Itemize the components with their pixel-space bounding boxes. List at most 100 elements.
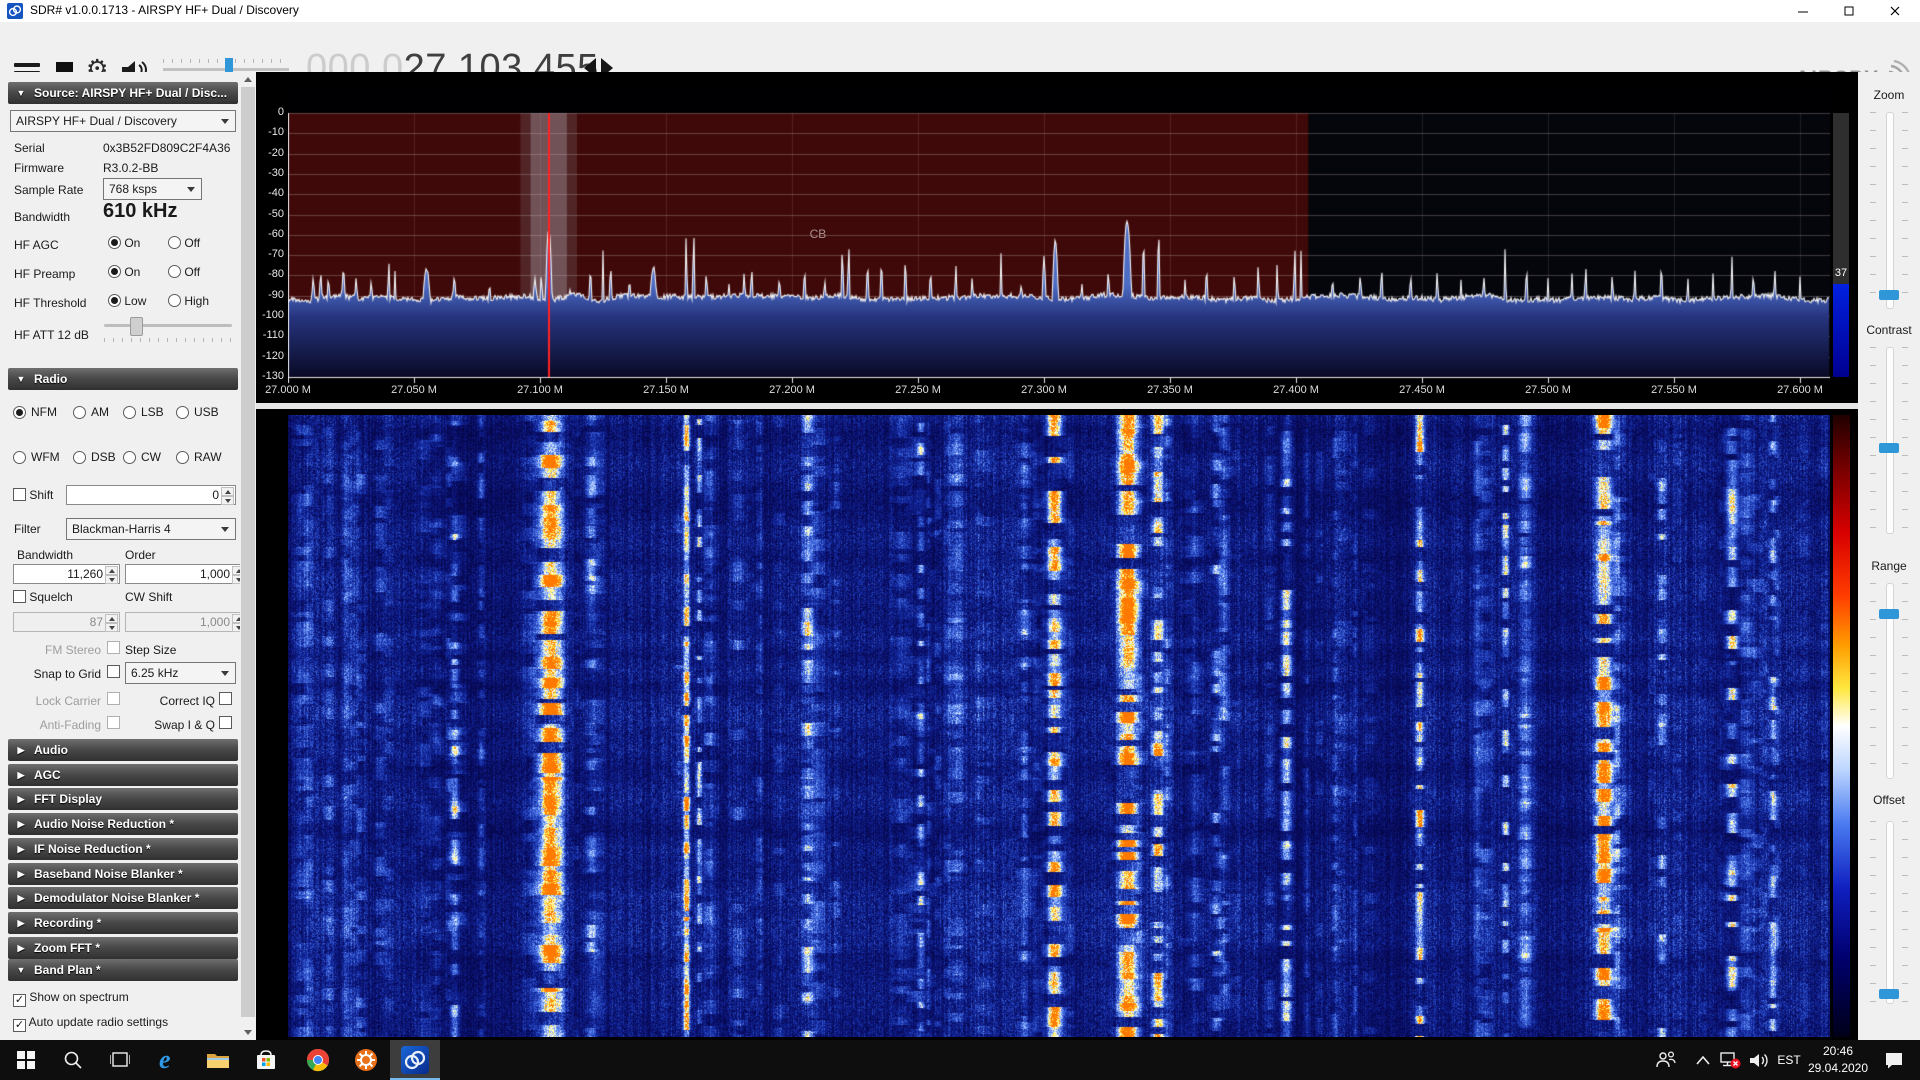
close-button[interactable] [1872, 0, 1918, 22]
frequency-tick-label: 27.600 M [1760, 384, 1840, 396]
sidebar: ▼ Source: AIRSPY HF+ Dual / Disc... AIRS… [0, 72, 240, 1040]
start-button[interactable] [4, 1040, 48, 1080]
sdrsharp-taskbar-button[interactable] [390, 1040, 440, 1080]
panel-header-agc[interactable]: ▶AGC [8, 764, 238, 786]
panel-header-recording[interactable]: ▶Recording * [8, 912, 238, 934]
scroll-up-icon[interactable] [240, 72, 256, 87]
bandwidth-stepper[interactable] [105, 566, 118, 584]
filter-select[interactable]: Blackman-Harris 4 [66, 518, 236, 540]
maximize-button[interactable] [1826, 0, 1872, 22]
chevron-down-icon [221, 119, 229, 124]
mode-radio-wfm[interactable]: WFM [13, 450, 73, 464]
firmware-value: R3.0.2-BB [103, 161, 158, 175]
lock-carrier-label: Lock Carrier [20, 694, 101, 708]
db-tick-label: -120 [256, 350, 284, 362]
order-input[interactable]: 1,000 [125, 564, 247, 584]
panel-header-audio-noise-reduction[interactable]: ▶Audio Noise Reduction * [8, 813, 238, 835]
signal-meter-value: 37 [1833, 267, 1849, 279]
chrome-icon[interactable] [296, 1040, 340, 1080]
settings-app-icon[interactable] [344, 1040, 388, 1080]
hf-threshold-label: HF Threshold [14, 296, 86, 310]
collapse-arrow-icon: ▼ [8, 374, 34, 384]
slider-ticks [1902, 583, 1908, 777]
panel-header-audio[interactable]: ▶Audio [8, 739, 238, 761]
panel-header-baseband-noise-blanker[interactable]: ▶Baseband Noise Blanker * [8, 863, 238, 885]
network-disconnected-icon[interactable] [1714, 1040, 1746, 1080]
show-on-spectrum-checkbox[interactable]: ✓ Show on spectrum [13, 990, 129, 1007]
mode-radio-dsb[interactable]: DSB [73, 450, 123, 464]
sidebar-scrollbar[interactable] [240, 72, 256, 1040]
hf-preamp-off-radio[interactable]: Off [168, 265, 200, 279]
scrollbar-thumb[interactable] [241, 87, 255, 1017]
hf-preamp-on-radio[interactable]: On [108, 265, 140, 279]
task-view-icon[interactable] [98, 1040, 142, 1080]
lock-carrier-checkbox[interactable] [107, 692, 120, 706]
slider-ticks [1902, 821, 1908, 1002]
correct-iq-checkbox[interactable] [219, 692, 232, 706]
panel-header-band-plan[interactable]: ▼ Band Plan * [8, 959, 238, 981]
range-slider-thumb[interactable] [1879, 609, 1899, 619]
contrast-slider[interactable] [1886, 347, 1894, 534]
order-label: Order [125, 548, 156, 562]
mode-radio-lsb[interactable]: LSB [123, 405, 176, 419]
panel-header-source[interactable]: ▼ Source: AIRSPY HF+ Dual / Disc... [8, 82, 238, 104]
filter-bandwidth-input[interactable]: 11,260 [13, 564, 120, 584]
step-size-select[interactable]: 6.25 kHz [125, 662, 236, 684]
mode-radio-nfm[interactable]: NFM [13, 405, 73, 419]
waterfall-canvas[interactable] [288, 415, 1830, 1037]
spectrum-canvas[interactable] [288, 85, 1830, 385]
offset-slider[interactable] [1886, 821, 1894, 1004]
panel-header-demodulator-noise-blanker[interactable]: ▶Demodulator Noise Blanker * [8, 887, 238, 909]
hf-att-slider-thumb[interactable] [130, 317, 143, 336]
panel-header-radio[interactable]: ▼ Radio [8, 368, 238, 390]
device-select-value: AIRSPY HF+ Dual / Discovery [16, 114, 177, 128]
mode-radio-am[interactable]: AM [73, 405, 123, 419]
clock[interactable]: 20:46 29.04.2020 [1806, 1043, 1870, 1077]
minimize-button[interactable] [1780, 0, 1826, 22]
shift-stepper[interactable] [221, 487, 234, 505]
zoom-slider[interactable] [1886, 112, 1894, 309]
mode-radio-row: NFMAMLSBUSB [13, 405, 239, 419]
shift-input[interactable]: 0 [66, 485, 236, 505]
file-explorer-icon[interactable] [196, 1040, 240, 1080]
search-icon[interactable] [51, 1040, 95, 1080]
action-center-icon[interactable] [1874, 1040, 1914, 1080]
panel-header-if-noise-reduction[interactable]: ▶IF Noise Reduction * [8, 838, 238, 860]
people-icon[interactable] [1648, 1040, 1684, 1080]
panel-header-zoom-fft[interactable]: ▶Zoom FFT * [8, 937, 238, 959]
auto-update-radio-settings-checkbox[interactable]: ✓ Auto update radio settings [13, 1015, 168, 1032]
language-indicator[interactable]: EST [1772, 1040, 1806, 1080]
right-control-strip: ZoomContrastRangeOffset [1858, 72, 1920, 1040]
waterfall-colorbar [1833, 415, 1850, 1037]
sdrsharp-window: { "titlebar": {"title": "SDR# v1.0.0.171… [0, 0, 1920, 1080]
fm-stereo-checkbox[interactable] [107, 641, 120, 655]
squelch-input[interactable]: 87 [13, 612, 120, 632]
contrast-slider-label: Contrast [1858, 323, 1920, 337]
microsoft-store-icon[interactable] [244, 1040, 288, 1080]
panel-header-fft-display[interactable]: ▶FFT Display [8, 788, 238, 810]
contrast-slider-thumb[interactable] [1879, 443, 1899, 453]
shift-checkbox[interactable]: Shift [13, 488, 53, 502]
offset-slider-thumb[interactable] [1879, 989, 1899, 999]
hf-threshold-low-radio[interactable]: Low [108, 294, 146, 308]
mode-radio-usb[interactable]: USB [176, 405, 231, 419]
snap-to-grid-checkbox[interactable] [107, 665, 120, 679]
squelch-stepper[interactable] [105, 614, 118, 632]
mode-radio-cw[interactable]: CW [123, 450, 176, 464]
squelch-checkbox[interactable]: Squelch [13, 590, 73, 604]
mode-radio-raw[interactable]: RAW [176, 450, 231, 464]
swap-iq-checkbox[interactable] [219, 716, 232, 730]
hf-agc-off-radio[interactable]: Off [168, 236, 200, 250]
cw-shift-input[interactable]: 1,000 [125, 612, 247, 632]
spectrum-panel: 0-10-20-30-40-50-60-70-80-90-100-110-120… [256, 72, 1858, 403]
sample-rate-select[interactable]: 768 ksps [103, 178, 202, 200]
edge-icon[interactable]: e [149, 1040, 193, 1080]
scroll-down-icon[interactable] [240, 1025, 256, 1040]
zoom-slider-thumb[interactable] [1879, 290, 1899, 300]
slider-ticks [1870, 583, 1876, 777]
svg-text:e: e [159, 1047, 171, 1073]
hf-agc-on-radio[interactable]: On [108, 236, 140, 250]
anti-fading-checkbox[interactable] [107, 716, 120, 730]
hf-threshold-high-radio[interactable]: High [168, 294, 209, 308]
device-select[interactable]: AIRSPY HF+ Dual / Discovery [10, 110, 236, 132]
